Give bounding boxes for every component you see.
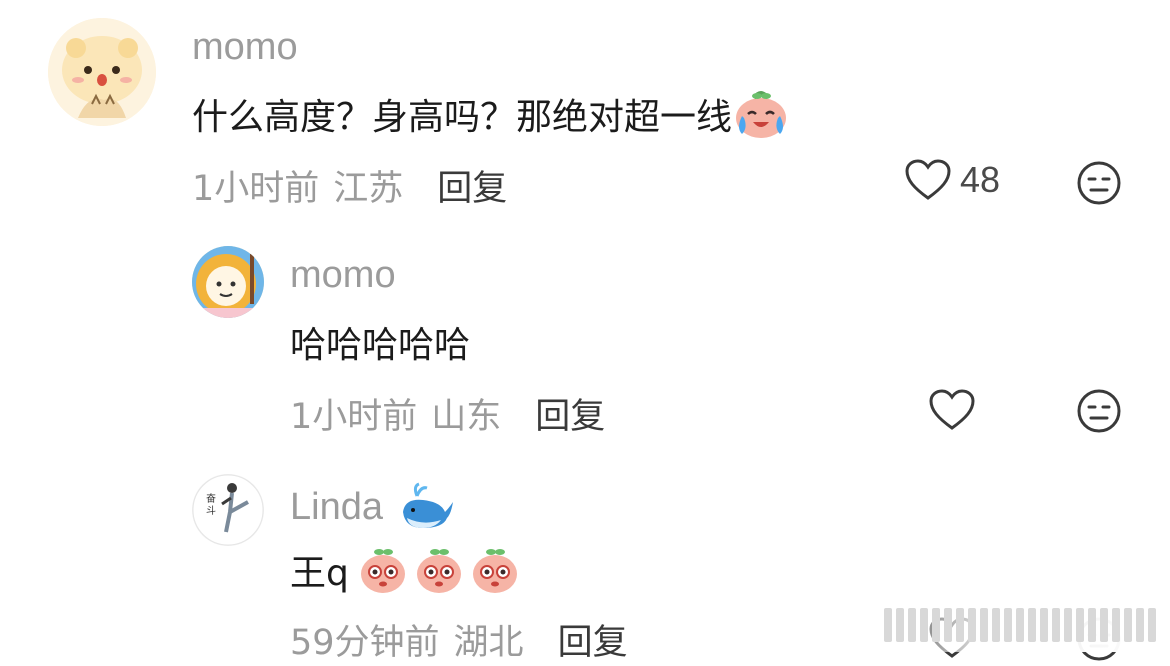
kicking-person-avatar-icon: 奋 斗 <box>192 474 264 546</box>
crying-laughing-peach-emoji-icon <box>736 91 787 138</box>
avatar[interactable]: 奋 斗 <box>192 474 264 546</box>
comment-text: 王q <box>290 544 521 596</box>
meh-face-icon <box>1077 389 1121 433</box>
timestamp: 1小时前 <box>192 169 320 209</box>
meh-face-icon <box>1077 161 1121 205</box>
comment-meta: 59分钟前 湖北 回复 <box>290 614 628 665</box>
comment-text-body: 什么高度？身高吗？那绝对超一线 <box>192 97 733 138</box>
dislike-button[interactable] <box>1076 160 1122 210</box>
reply-button[interactable]: 回复 <box>437 160 507 211</box>
heart-icon <box>929 389 975 430</box>
username[interactable]: momo <box>192 26 298 69</box>
comment-text: 什么高度？身高吗？那绝对超一线 <box>192 88 790 140</box>
username-row: Linda <box>290 482 455 532</box>
location: 湖北 <box>453 623 524 663</box>
svg-text:奋: 奋 <box>206 492 216 505</box>
timestamp: 59分钟前 <box>290 623 440 663</box>
avatar[interactable] <box>48 18 156 126</box>
location: 江苏 <box>333 169 404 209</box>
comment-text: 哈哈哈哈哈 <box>290 316 470 368</box>
svg-text:斗: 斗 <box>206 505 216 517</box>
teary-peach-emoji-icon <box>472 549 517 593</box>
like-count: 48 <box>960 159 1001 200</box>
timestamp: 1小时前 <box>290 397 418 437</box>
comment-meta: 1小时前 山东 回复 <box>290 388 605 439</box>
watermark <box>884 608 1156 642</box>
heart-icon <box>905 159 951 200</box>
like-button[interactable]: 48 <box>904 158 1000 202</box>
cartoon-bear-avatar-icon <box>48 18 156 126</box>
comment-text-body: 哈哈哈哈哈 <box>290 325 471 366</box>
username[interactable]: momo <box>290 254 396 297</box>
like-button[interactable] <box>928 388 976 432</box>
dislike-button[interactable] <box>1076 388 1122 438</box>
whale-emoji-icon <box>402 482 453 528</box>
comment-meta: 1小时前 江苏 回复 <box>192 160 507 211</box>
teary-peach-emoji-icon <box>360 549 405 593</box>
cartoon-lion-avatar-icon <box>192 246 264 318</box>
username[interactable]: Linda <box>290 486 383 529</box>
location: 山东 <box>431 397 502 437</box>
reply-button[interactable]: 回复 <box>535 388 605 439</box>
teary-peach-emoji-icon <box>416 549 461 593</box>
comment-text-body: 王q <box>290 553 349 594</box>
reply-button[interactable]: 回复 <box>558 614 628 665</box>
avatar[interactable] <box>192 246 264 318</box>
